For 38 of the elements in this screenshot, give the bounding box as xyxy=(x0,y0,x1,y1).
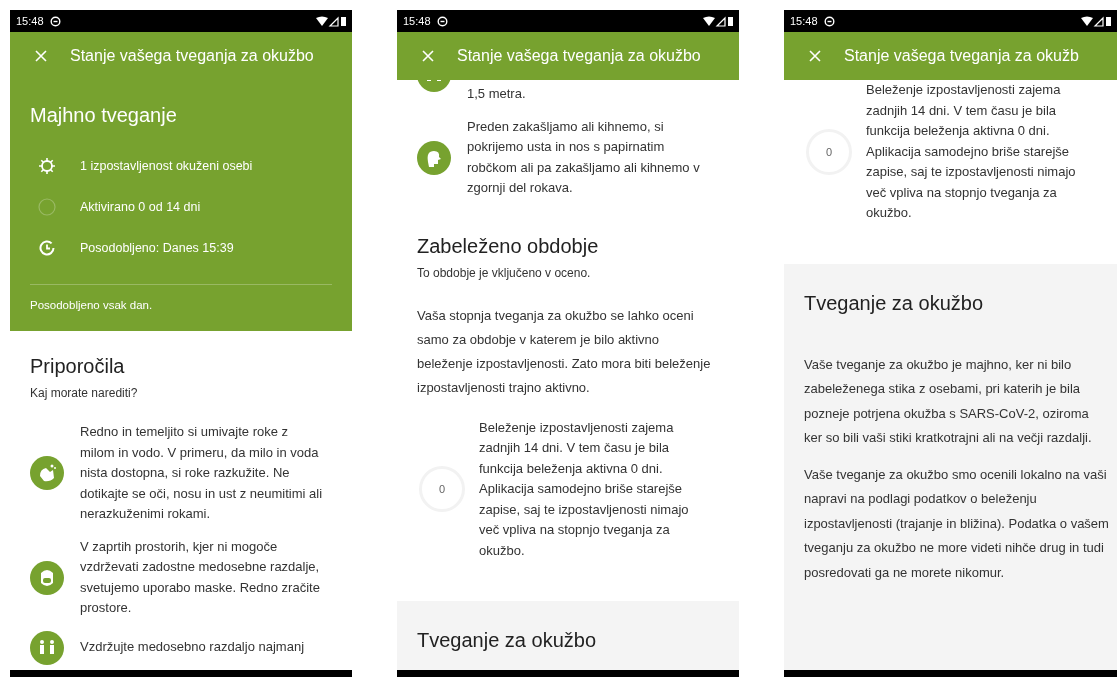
update-note: Posodobljeno vsak dan. xyxy=(30,284,332,311)
close-icon[interactable] xyxy=(808,49,822,63)
cough-icon xyxy=(417,140,451,175)
signal-icons xyxy=(703,15,733,27)
close-icon[interactable] xyxy=(421,49,435,63)
tip-text: Vzdržujte medosebno razdaljo najmanj xyxy=(80,638,305,657)
days-counter: 0 xyxy=(806,128,852,175)
days-counter: 0 xyxy=(419,466,465,513)
body-text: Vaše tveganje za okužbo smo ocenili lokalno na vaši napravi na podlagi podatkov o beleženju izpostavljenosti (trajanje in bližina). Podatka o vašem tveganju za okužbo ne more videti nihče drug in tudi posredovati ga ne morete nikomur. xyxy=(804,465,1109,582)
app-title: Stanje vašega tveganja za okužbo xyxy=(457,47,701,65)
risk-heading: Majhno tveganje xyxy=(30,104,178,127)
tip-text: Preden zakašljamo ali kihnemo, si pokrijemo usta in nos s papirnatim robčkom ali pa zakašljamo ali kihnemo v zgornji del rokava. xyxy=(467,117,701,197)
signal-icons xyxy=(316,15,346,27)
section-heading: Tveganje za okužbo xyxy=(417,629,597,652)
risk-detail: Posodobljeno: Danes 15:39 xyxy=(80,240,234,255)
status-time: 15:48 xyxy=(16,15,44,27)
section-subtitle: To obdobje je vključeno v oceno. xyxy=(417,265,592,280)
risk-detail: 1 izpostavljenost okuženi osebi xyxy=(80,158,253,173)
tip-text: 1,5 metra. xyxy=(467,85,527,103)
tip-text: Redno in temeljito si umivajte roke z milom in vodo. V primeru, da milo in voda nista dostopna, si roke razkužite. Ne dotikajte se oči, nosu in ust z neumitimi ali nerazkuženimi rokami. xyxy=(80,423,324,523)
tip-text: Beleženje izpostavljenosti zajema zadnjih 14 dni. V tem času je bila funkcija beleženja aktivna 0 dni. Aplikacija samodejno briše starejše zapise, saj te izpostavljenosti nimajo več vpliva na stopnjo tveganja za okužbo. xyxy=(866,81,1077,222)
status-time: 15:48 xyxy=(403,15,431,27)
status-time: 15:48 xyxy=(790,15,818,27)
tip-text: Beleženje izpostavljenosti zajema zadnjih 14 dni. V tem času je bila funkcija beleženja aktivna 0 dni. Aplikacija samodejno briše starejše zapise, saj te izpostavljenosti nimajo več vpliva na stopnjo tveganja za okužbo. xyxy=(479,418,690,560)
app-title: Stanje vašega tveganja za okužbo xyxy=(70,47,314,65)
clock-icon xyxy=(38,238,56,257)
section-heading: Zabeleženo obdobje xyxy=(417,234,600,258)
section-subtitle: Kaj morate narediti? xyxy=(30,386,139,400)
section-heading: Priporočila xyxy=(30,355,126,378)
section-heading: Tveganje za okužbo xyxy=(804,291,984,315)
body-text: Vaša stopnja tveganja za okužbo se lahko oceni samo za obdobje v katerem je bilo aktivno beleženje izpostavljenosti. Zato mora biti beleženje izpostavljenosti trajno aktivno. xyxy=(416,306,712,397)
app-title: Stanje vašega tveganja za okužb xyxy=(844,47,1079,65)
body-text: Vaše tveganje za okužbo je majhno, ker ni bilo zabeleženega stika z osebami, pri katerih je bila pozneje potrjena okužba s SARS-CoV-2, oziroma ker so bili vaši stiki kratkotrajni ali na večji razdalji. xyxy=(804,355,1093,447)
progress-ring-icon xyxy=(38,197,56,216)
close-icon[interactable] xyxy=(34,49,48,63)
risk-detail: Aktivirano 0 od 14 dni xyxy=(80,199,201,214)
signal-icons xyxy=(1081,15,1111,27)
tip-text: V zaprtih prostorih, kjer ni mogoče vzdrževati zadostne medosebne razdalje, svetujemo uporabo maske. Redno zračite prostore. xyxy=(80,537,321,617)
